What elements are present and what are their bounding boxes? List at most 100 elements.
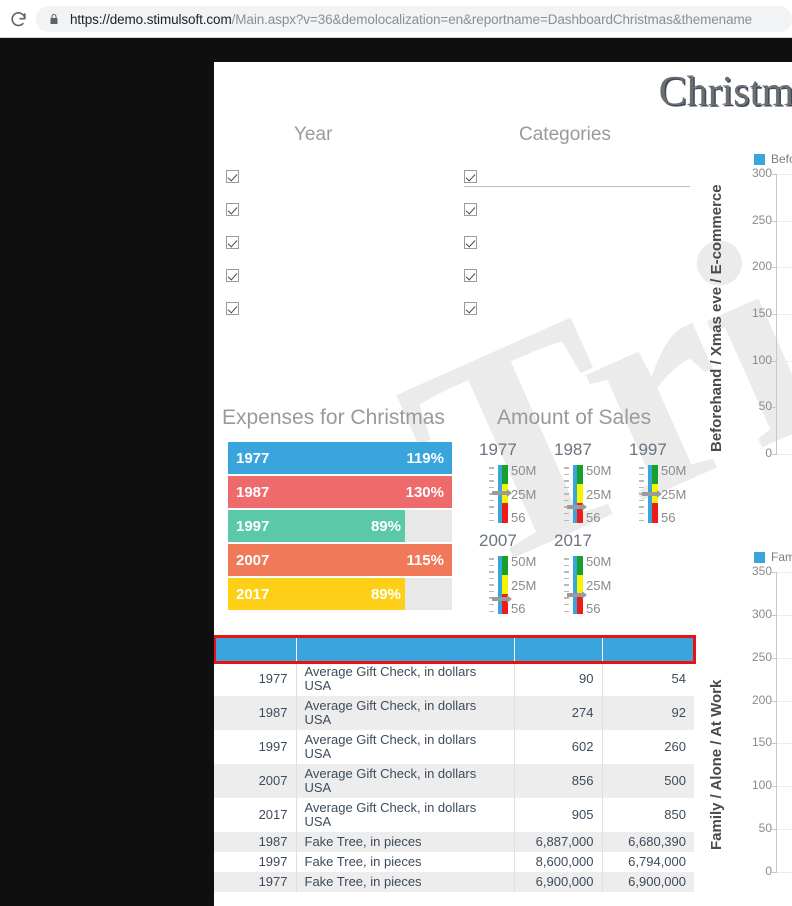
- checkbox-checked-icon[interactable]: [226, 203, 239, 216]
- year-filter-item-0[interactable]: [226, 160, 249, 193]
- table-cell-v1: 856: [514, 764, 603, 798]
- checkbox-checked-icon[interactable]: [464, 236, 477, 249]
- table-row[interactable]: 1997 Fake Tree, in pieces 8,600,000 6,794,0…: [214, 852, 694, 872]
- gauge-scale-label: 50M: [511, 554, 537, 569]
- gauge-band-y: [502, 575, 508, 595]
- sales-gauge-year-label: 1977: [479, 440, 517, 459]
- table-cell-name: Fake Tree, in pieces: [296, 852, 515, 872]
- gauge-scale: 50M 25M 56: [586, 554, 638, 616]
- chart-top-legend-label: Befo: [771, 152, 792, 166]
- categories-filter-item-0[interactable]: [464, 160, 487, 193]
- checkbox-checked-icon[interactable]: [226, 236, 239, 249]
- checkbox-checked-icon[interactable]: [226, 170, 239, 183]
- table-row[interactable]: 1977 Fake Tree, in pieces 6,900,000 6,900,0…: [214, 872, 694, 892]
- checkbox-checked-icon[interactable]: [464, 170, 477, 183]
- categories-filter-item-3[interactable]: [464, 259, 487, 292]
- gauge-scale-label: 50M: [586, 463, 612, 478]
- year-filter-item-4[interactable]: [226, 292, 249, 325]
- categories-filter-item-4[interactable]: [464, 292, 487, 325]
- table-header-row[interactable]: [214, 636, 694, 662]
- gauge-needle: [642, 490, 662, 498]
- expenses-bar-list: 1977 119% 1987 130% 1997 89% 2007 115% 2017 89%: [228, 442, 452, 612]
- data-table: 1977 Average Gift Check, in dollars USA 90…: [214, 636, 694, 892]
- table-row[interactable]: 2007 Average Gift Check, in dollars USA 85…: [214, 764, 694, 798]
- categories-filter-list[interactable]: [464, 160, 487, 325]
- axis-tick-label: 0: [765, 446, 772, 460]
- gauge-tick: [489, 584, 494, 586]
- expense-bar-value-label: 89%: [370, 585, 401, 603]
- year-filter-item-3[interactable]: [226, 259, 249, 292]
- table-header-value1[interactable]: [514, 636, 603, 662]
- gauge-tick: [564, 564, 569, 567]
- chart-bottom-legend[interactable]: Fam: [754, 550, 792, 564]
- checkbox-checked-icon[interactable]: [464, 269, 477, 282]
- gauge-tick: [639, 486, 644, 489]
- checkbox-checked-icon[interactable]: [226, 269, 239, 282]
- table-cell-v1: 90: [514, 662, 603, 696]
- gauge-body: 50M 25M 56: [489, 463, 554, 525]
- expense-bar-2007: 2007 115%: [228, 544, 452, 576]
- table-cell-v1: 8,600,000: [514, 852, 603, 872]
- gauge-bands: [502, 556, 508, 614]
- gauge-scale-label: 25M: [586, 486, 612, 502]
- chart-grid-line: [777, 220, 792, 222]
- gauge-tick: [639, 480, 644, 482]
- categories-filter-item-1[interactable]: [464, 193, 487, 226]
- gauge-tick: [489, 571, 494, 573]
- table-row[interactable]: 1977 Average Gift Check, in dollars USA 90…: [214, 662, 694, 696]
- expense-bar-value-label: 130%: [405, 483, 444, 501]
- checkbox-checked-icon[interactable]: [464, 302, 477, 315]
- gauge-tick: [489, 558, 494, 560]
- axis-tick-label: 250: [751, 649, 772, 664]
- chart-grid-line: [777, 314, 792, 315]
- address-bar[interactable]: https://demo.stimulsoft.com/Main.aspx?v=…: [36, 6, 792, 32]
- checkbox-checked-icon[interactable]: [226, 302, 239, 315]
- categories-panel-title: Categories: [519, 124, 611, 145]
- chart-top-axis-line: [776, 174, 777, 454]
- gauge-band-g: [577, 465, 583, 485]
- table-row[interactable]: 1997 Average Gift Check, in dollars USA 60…: [214, 730, 694, 764]
- expense-bar-year-label: 1987: [236, 483, 270, 501]
- chart-grid-line: [777, 454, 792, 455]
- categories-filter-item-2[interactable]: [464, 226, 487, 259]
- url-host: https://demo.stimulsoft.com: [70, 11, 232, 27]
- table-header-name[interactable]: [296, 636, 515, 662]
- gauge-scale-label: 50M: [586, 554, 612, 569]
- year-filter-item-1[interactable]: [226, 193, 249, 226]
- table-cell-name: Average Gift Check, in dollars USA: [296, 764, 515, 798]
- chart-bottom-axis-line: [776, 572, 777, 872]
- table-row[interactable]: 2017 Average Gift Check, in dollars USA 90…: [214, 798, 694, 832]
- table-row[interactable]: 1987 Fake Tree, in pieces 6,887,000 6,680,3…: [214, 832, 694, 852]
- data-table-block: 1977 Average Gift Check, in dollars USA 90…: [214, 635, 696, 892]
- axis-tick-label: 300: [751, 166, 772, 180]
- chart-top-legend[interactable]: Befo: [754, 152, 792, 166]
- reload-icon[interactable]: [0, 1, 36, 37]
- table-row[interactable]: 1987 Average Gift Check, in dollars USA 27…: [214, 696, 694, 730]
- gauge-scale-label: 25M: [661, 486, 687, 502]
- table-cell-v2: 54: [671, 671, 686, 686]
- table-cell-name: Average Gift Check, in dollars USA: [296, 798, 515, 832]
- table-cell-v1: 6,900,000: [514, 872, 603, 892]
- gauge-scale-label: 25M: [511, 486, 537, 502]
- sales-gauge-year-label: 2007: [479, 531, 517, 550]
- expense-bar-year-label: 2007: [236, 551, 270, 569]
- expense-bar-value-label: 115%: [406, 551, 444, 569]
- year-filter-list[interactable]: [226, 160, 249, 325]
- table-header-value2[interactable]: [602, 636, 694, 662]
- table-header-year[interactable]: [214, 636, 297, 662]
- gauge-scale-label: 50M: [511, 463, 537, 478]
- gauge-tick: [564, 590, 569, 593]
- chart-bottom-axis-title: Family / Alone / At Work: [708, 679, 725, 850]
- table-cell-v2: 92: [602, 696, 694, 730]
- gauge-scale-label: 25M: [586, 577, 612, 593]
- chart-bottom-legend-label: Fam: [771, 550, 792, 564]
- gauge-tick: [489, 519, 494, 521]
- checkbox-checked-icon[interactable]: [464, 203, 477, 216]
- gauge-tick: [564, 571, 569, 573]
- expense-bar-2017: 2017 89%: [228, 578, 452, 610]
- chart-grid-line: [777, 174, 792, 175]
- expense-bar-year-label: 2017: [236, 585, 270, 603]
- sales-gauge-list: 1977 50M 25M 56 1987 50M 25M 56 1997 50M 25M 56 2007…: [479, 440, 705, 622]
- year-filter-item-2[interactable]: [226, 226, 249, 259]
- gauge-tick: [489, 473, 494, 476]
